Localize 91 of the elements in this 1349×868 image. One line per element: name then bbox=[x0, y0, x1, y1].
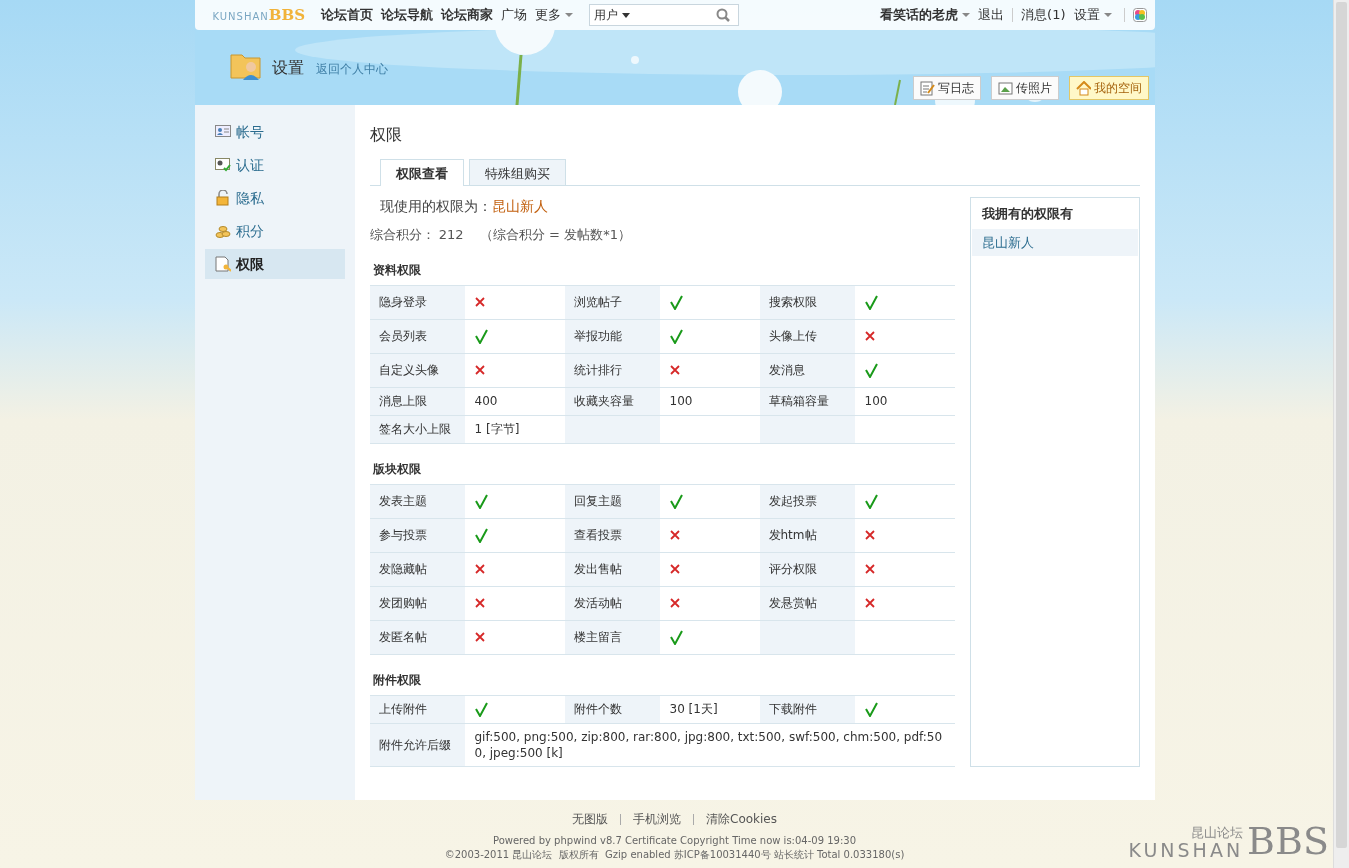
sidebar-item[interactable]: 隐私 bbox=[204, 183, 345, 213]
caret-icon bbox=[622, 12, 630, 18]
permission-label: 收藏夹容量 bbox=[564, 387, 660, 415]
permission-label: 会员列表 bbox=[369, 319, 465, 353]
powered-link[interactable]: phpwind v8.7 bbox=[554, 835, 622, 846]
palette-icon[interactable] bbox=[1132, 8, 1147, 22]
tab[interactable]: 特殊组购买 bbox=[468, 159, 566, 185]
permission-label: 举报功能 bbox=[564, 319, 660, 353]
nav-link[interactable]: 消息(1) bbox=[1021, 5, 1066, 25]
house-icon bbox=[1075, 80, 1091, 96]
permission-label: 查看投票 bbox=[564, 518, 660, 552]
permission-label: 草稿箱容量 bbox=[759, 387, 855, 415]
permission-label: 消息上限 bbox=[369, 387, 465, 415]
nav-link[interactable]: 看笑话的老虎 bbox=[880, 5, 971, 25]
table-heading: 附件权限 bbox=[371, 671, 422, 689]
scope-dropdown[interactable]: 用户 bbox=[590, 6, 640, 24]
permission-label: 发悬赏帖 bbox=[759, 586, 855, 620]
permission-label: 上传附件 bbox=[369, 695, 465, 723]
sidebar-item[interactable]: 权限 bbox=[204, 249, 345, 279]
corner-logo-mark: BBS bbox=[1247, 822, 1329, 860]
nav-link[interactable]: 广场 bbox=[501, 5, 527, 25]
permission-value: 100 bbox=[864, 393, 888, 410]
permission-label: 发表主题 bbox=[369, 484, 465, 518]
certificate-icon bbox=[214, 157, 231, 173]
caret-icon bbox=[962, 13, 971, 17]
permission-value: 100 bbox=[669, 393, 693, 410]
header-button[interactable]: 我的空间 bbox=[1068, 76, 1149, 100]
permission-label: 发团购帖 bbox=[369, 586, 465, 620]
footer-link[interactable]: 手机浏览 bbox=[633, 812, 681, 826]
permission-value: 400 bbox=[474, 393, 498, 410]
permission-label: 附件个数 bbox=[564, 695, 660, 723]
footer-link[interactable]: 无图版 bbox=[572, 812, 608, 826]
permission-label: 搜索权限 bbox=[759, 285, 855, 319]
tab[interactable]: 权限查看 bbox=[379, 159, 464, 186]
group-item[interactable]: 昆山新人 bbox=[971, 228, 1138, 256]
powered-text: Powered by bbox=[492, 835, 551, 846]
nav-link[interactable]: 论坛导航 bbox=[381, 5, 433, 25]
permission-label: 回复主题 bbox=[564, 484, 660, 518]
permission-label: 附件允许后缀 bbox=[369, 723, 465, 766]
nav-link[interactable]: 更多 bbox=[535, 5, 573, 25]
picture-icon bbox=[997, 80, 1013, 96]
permission-label: 评分权限 bbox=[759, 552, 855, 586]
permission-label: 发活动帖 bbox=[564, 586, 660, 620]
permission-value: 1 [字节] bbox=[474, 421, 520, 438]
search-icon[interactable] bbox=[716, 8, 730, 22]
powered-text: Certificate Copyright Time now is:04-09 19:30 bbox=[625, 835, 857, 846]
current-group-text: 现使用的权限为：昆山新人 bbox=[378, 197, 549, 216]
nav-link[interactable]: 论坛商家 bbox=[441, 5, 493, 25]
permission-label: 隐身登录 bbox=[369, 285, 465, 319]
pencil-note-icon bbox=[919, 80, 935, 96]
scrollbar[interactable] bbox=[1333, 0, 1349, 868]
permission-label: 头像上传 bbox=[759, 319, 855, 353]
footer-link[interactable]: 清除Cookies bbox=[706, 812, 777, 826]
corner-logo-text: 昆山论坛 bbox=[1190, 826, 1244, 840]
permission-value: gif:500, png:500, zip:800, rar:800, jpg:800, txt:500, swf:500, chm:500, pdf:500, jpeg:500 [k] bbox=[474, 729, 943, 760]
permission-label: 参与投票 bbox=[369, 518, 465, 552]
sidebar-item[interactable]: 认证 bbox=[204, 150, 345, 180]
header-button[interactable]: 写日志 bbox=[912, 76, 981, 100]
permission-label: 发出售帖 bbox=[564, 552, 660, 586]
caret-icon bbox=[565, 13, 573, 17]
permission-label: 自定义头像 bbox=[369, 353, 465, 387]
document-key-icon bbox=[214, 256, 231, 272]
caret-icon bbox=[1103, 13, 1112, 17]
page-title: 设置 bbox=[271, 57, 304, 79]
corner-logo-text: KUNSHAN bbox=[1128, 840, 1244, 860]
header-button[interactable]: 传照片 bbox=[990, 76, 1059, 100]
table-heading: 资料权限 bbox=[371, 261, 422, 279]
permission-label: 发htm帖 bbox=[759, 518, 855, 552]
sidebar-item[interactable]: 帐号 bbox=[204, 117, 345, 147]
nav-link[interactable]: 论坛首页 bbox=[321, 5, 373, 25]
permission-label: 统计排行 bbox=[564, 353, 660, 387]
permission-label: 发隐藏帖 bbox=[369, 552, 465, 586]
search-field[interactable]: 用户 bbox=[589, 4, 739, 26]
permission-label: 下载附件 bbox=[759, 695, 855, 723]
permission-label: 发匿名帖 bbox=[369, 620, 465, 654]
permission-label: 签名大小上限 bbox=[369, 415, 465, 443]
table-heading: 版块权限 bbox=[371, 460, 422, 478]
permission-label: 发起投票 bbox=[759, 484, 855, 518]
permission-label: 楼主留言 bbox=[564, 620, 660, 654]
section-title: 权限 bbox=[369, 124, 403, 146]
panel-title: 我拥有的权限有 bbox=[980, 205, 1074, 223]
id-card-icon bbox=[214, 124, 231, 140]
permission-value: 30 [1天] bbox=[669, 701, 718, 718]
nav-link[interactable]: 退出 bbox=[978, 5, 1005, 25]
permission-label: 浏览帖子 bbox=[564, 285, 660, 319]
padlock-icon bbox=[214, 190, 231, 206]
sidebar-item[interactable]: 积分 bbox=[204, 216, 345, 246]
permission-label: 发消息 bbox=[759, 353, 855, 387]
coins-icon bbox=[214, 223, 231, 239]
points-text: 综合积分： 212 （综合积分 = 发帖数*1） bbox=[369, 226, 632, 244]
nav-link[interactable]: 设置 bbox=[1073, 5, 1112, 25]
